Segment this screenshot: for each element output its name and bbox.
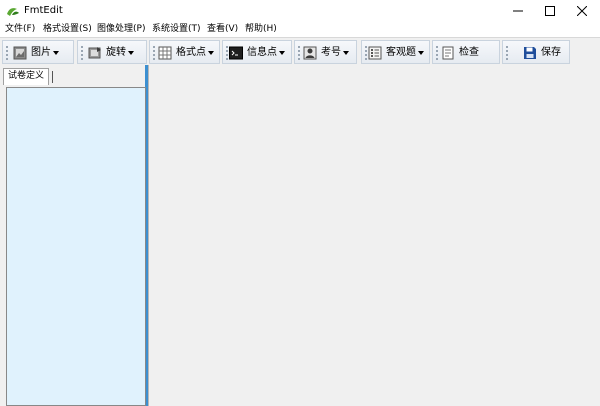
exam-definition-tree[interactable] [6, 87, 146, 406]
menu-format-settings[interactable]: 格式设置(S) [43, 24, 92, 35]
maximize-button[interactable] [533, 0, 567, 22]
toolbar-grip[interactable] [436, 46, 438, 60]
menu-system-settings[interactable]: 系统设置(T) [152, 24, 201, 35]
main-workspace[interactable] [148, 65, 600, 406]
app-logo-icon [7, 8, 19, 16]
toolbar-grip[interactable] [226, 46, 228, 60]
menu-image-processing[interactable]: 图像处理(P) [97, 24, 145, 35]
terminal-icon [229, 46, 243, 59]
minimize-icon [513, 10, 523, 12]
toolbar-group-image: 图片 [2, 40, 74, 64]
save-button[interactable]: 保存 [523, 44, 561, 61]
rotate-button[interactable]: 旋转 [88, 44, 134, 61]
toolbar-grip[interactable] [6, 46, 8, 60]
chevron-down-icon [208, 50, 214, 55]
menu-help[interactable]: 帮助(H) [245, 24, 277, 35]
minimize-button[interactable] [501, 0, 535, 22]
grid-icon [158, 46, 172, 59]
toolbar-grip[interactable] [153, 46, 155, 60]
save-icon [524, 46, 536, 59]
format-point-button-label: 格式点 [176, 46, 206, 58]
title-bar: FmtEdit [0, 0, 600, 22]
menu-view[interactable]: 查看(V) [207, 24, 238, 35]
toolbar-group-objective: 客观题 [361, 40, 430, 64]
image-button-label: 图片 [31, 46, 51, 58]
id-card-icon [303, 46, 317, 59]
document-check-icon [442, 46, 454, 59]
objective-button-label: 客观题 [386, 46, 416, 58]
menu-file[interactable]: 文件(F) [5, 24, 35, 35]
chevron-down-icon [53, 50, 59, 55]
exam-number-button-label: 考号 [321, 46, 341, 58]
menu-bar: 文件(F) 格式设置(S) 图像处理(P) 系统设置(T) 查看(V) 帮助(H… [0, 22, 600, 37]
toolbar-grip[interactable] [81, 46, 83, 60]
toolbar-group-save: 保存 [502, 40, 570, 64]
toolbar-group-check: 检查 [432, 40, 500, 64]
toolbar-group-rotate: 旋转 [77, 40, 147, 64]
chevron-down-icon [128, 50, 134, 55]
toolbar-group-exam-number: 考号 [294, 40, 357, 64]
objective-button[interactable]: 客观题 [368, 44, 424, 61]
chevron-down-icon [418, 50, 424, 55]
chevron-down-icon [279, 50, 285, 55]
exam-definition-panel: 试卷定义 [0, 65, 148, 406]
toolbar: 图片 旋转 格式点 信息点 考号 客观题 检查 保存 [0, 37, 600, 65]
check-button-label: 检查 [459, 46, 479, 58]
image-icon [13, 46, 27, 59]
tab-exam-definition[interactable]: 试卷定义 [3, 68, 54, 85]
maximize-icon [545, 6, 555, 16]
info-point-button[interactable]: 信息点 [229, 44, 285, 61]
close-icon [577, 6, 587, 16]
toolbar-grip[interactable] [506, 46, 508, 60]
check-button[interactable]: 检查 [441, 44, 479, 61]
toolbar-grip[interactable] [365, 46, 367, 60]
save-button-label: 保存 [541, 46, 561, 58]
rotate-button-label: 旋转 [106, 46, 126, 58]
window-title: FmtEdit [24, 5, 63, 16]
info-point-button-label: 信息点 [247, 46, 277, 58]
exam-number-button[interactable]: 考号 [303, 44, 349, 61]
format-point-button[interactable]: 格式点 [158, 44, 214, 61]
toolbar-grip[interactable] [298, 46, 300, 60]
chevron-down-icon [343, 50, 349, 55]
close-button[interactable] [565, 0, 599, 22]
checklist-icon [368, 46, 382, 59]
image-button[interactable]: 图片 [13, 44, 59, 61]
toolbar-group-format-point: 格式点 [149, 40, 220, 64]
toolbar-group-info-point: 信息点 [222, 40, 292, 64]
rotate-icon [88, 46, 101, 58]
